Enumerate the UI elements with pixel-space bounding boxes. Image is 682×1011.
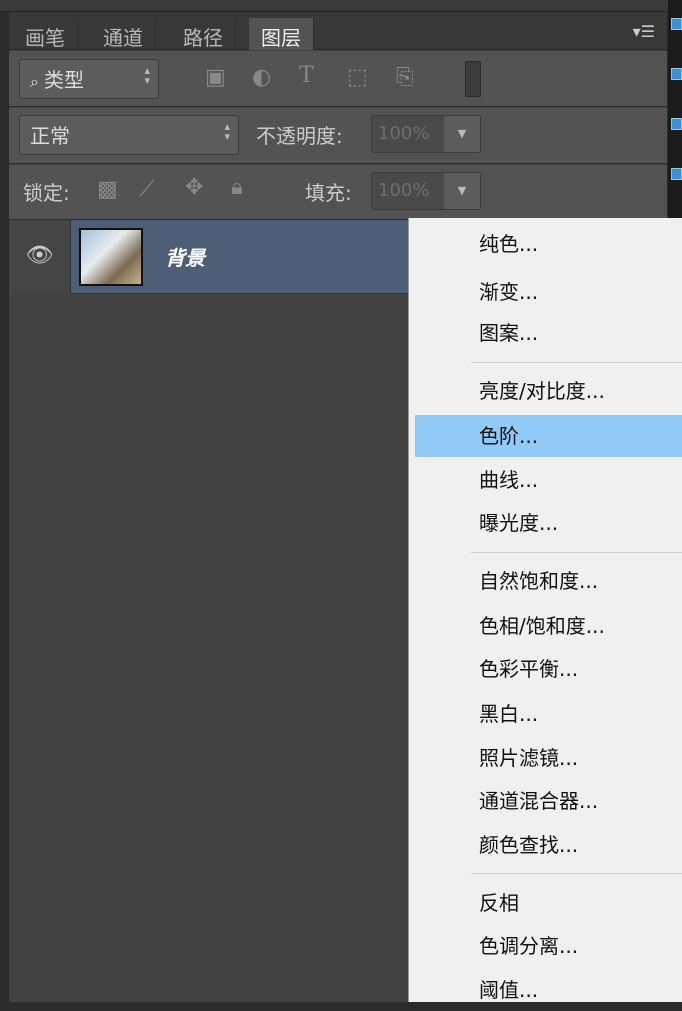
menu-item[interactable]: 纯色... bbox=[415, 223, 682, 265]
lock-brush-icon[interactable]: ⟋ bbox=[139, 177, 154, 202]
lock-label: 锁定: bbox=[23, 181, 70, 205]
chevron-down-icon[interactable]: ▼ bbox=[444, 173, 480, 209]
menu-item[interactable]: 亮度/对比度... bbox=[415, 370, 682, 412]
tab-paths[interactable]: 路径 bbox=[171, 18, 236, 50]
shape-filter-icon[interactable]: ⬚ bbox=[347, 65, 368, 90]
layer-name[interactable]: 背景 bbox=[165, 242, 205, 271]
menu-separator bbox=[471, 362, 682, 363]
chevron-down-icon[interactable]: ▼ bbox=[444, 116, 480, 152]
menu-item[interactable]: 渐变... bbox=[415, 271, 682, 313]
menu-separator bbox=[471, 873, 682, 874]
select-arrows-icon: ▴ ▾ bbox=[144, 64, 150, 87]
layer-thumbnail bbox=[79, 228, 143, 286]
fill-label: 填充: bbox=[305, 181, 352, 205]
tab-brush[interactable]: 画笔 bbox=[13, 18, 78, 50]
image-filter-icon[interactable]: ▣ bbox=[205, 65, 226, 90]
tab-layers[interactable]: 图层 bbox=[249, 18, 314, 50]
menu-item[interactable]: 照片滤镜... bbox=[415, 737, 682, 779]
fill-input[interactable]: 100% ▼ bbox=[371, 172, 481, 210]
menu-item[interactable]: 曝光度... bbox=[415, 502, 682, 544]
tab-channels[interactable]: 通道 bbox=[91, 18, 156, 50]
menu-separator bbox=[471, 552, 682, 553]
adjustment-filter-icon[interactable]: ◐ bbox=[252, 65, 271, 90]
menu-item[interactable]: 色相/饱和度... bbox=[415, 605, 682, 647]
filter-kind-select[interactable]: ⌕ 类型 ▴ ▾ bbox=[19, 59, 159, 99]
lock-all-icon[interactable]: 🔒︎ bbox=[231, 175, 243, 200]
menu-item[interactable]: 黑白... bbox=[415, 693, 682, 735]
lock-row: 锁定: ▩ ⟋ ✥ 🔒︎ 填充: 100% ▼ bbox=[9, 165, 667, 220]
menu-item-highlighted[interactable]: 色阶... bbox=[415, 415, 682, 457]
menu-item[interactable]: 曲线... bbox=[415, 459, 682, 501]
top-bar bbox=[0, 0, 668, 12]
filter-toggle[interactable] bbox=[465, 61, 481, 97]
menu-item[interactable]: 颜色查找... bbox=[415, 824, 682, 866]
opacity-input[interactable]: 100% ▼ bbox=[371, 115, 481, 153]
adjustment-menu: 纯色... 渐变... 图案... 亮度/对比度... 色阶... 曲线... … bbox=[408, 218, 682, 1002]
lock-transparency-icon[interactable]: ▩ bbox=[97, 177, 118, 202]
type-filter-icon[interactable]: T bbox=[299, 63, 314, 88]
panel-menu-icon[interactable]: ▾☰ bbox=[633, 22, 655, 41]
menu-item[interactable]: 自然饱和度... bbox=[415, 560, 682, 602]
opacity-label: 不透明度: bbox=[256, 124, 343, 148]
blend-row: 正常 ▴ ▾ 不透明度: 100% ▼ bbox=[9, 108, 667, 164]
smart-object-filter-icon[interactable]: ⎘ bbox=[396, 65, 414, 90]
search-icon: ⌕ bbox=[30, 72, 45, 91]
menu-item[interactable]: 阈值... bbox=[415, 969, 682, 1011]
select-arrows-icon: ▴ ▾ bbox=[224, 120, 230, 143]
menu-item[interactable]: 图案... bbox=[415, 312, 682, 354]
blend-mode-select[interactable]: 正常 ▴ ▾ bbox=[19, 115, 239, 155]
menu-item[interactable]: 色调分离... bbox=[415, 925, 682, 967]
eye-icon[interactable]: 👁︎ bbox=[9, 220, 71, 294]
panel-tabs: 画笔 通道 路径 图层 ▾☰ bbox=[9, 12, 667, 50]
filter-row: ⌕ 类型 ▴ ▾ ▣ ◐ T ⬚ ⎘ bbox=[9, 51, 667, 107]
menu-item[interactable]: 通道混合器... bbox=[415, 780, 682, 822]
lock-move-icon[interactable]: ✥ bbox=[185, 175, 203, 200]
menu-item[interactable]: 色彩平衡... bbox=[415, 648, 682, 690]
menu-item[interactable]: 反相 bbox=[415, 882, 682, 924]
